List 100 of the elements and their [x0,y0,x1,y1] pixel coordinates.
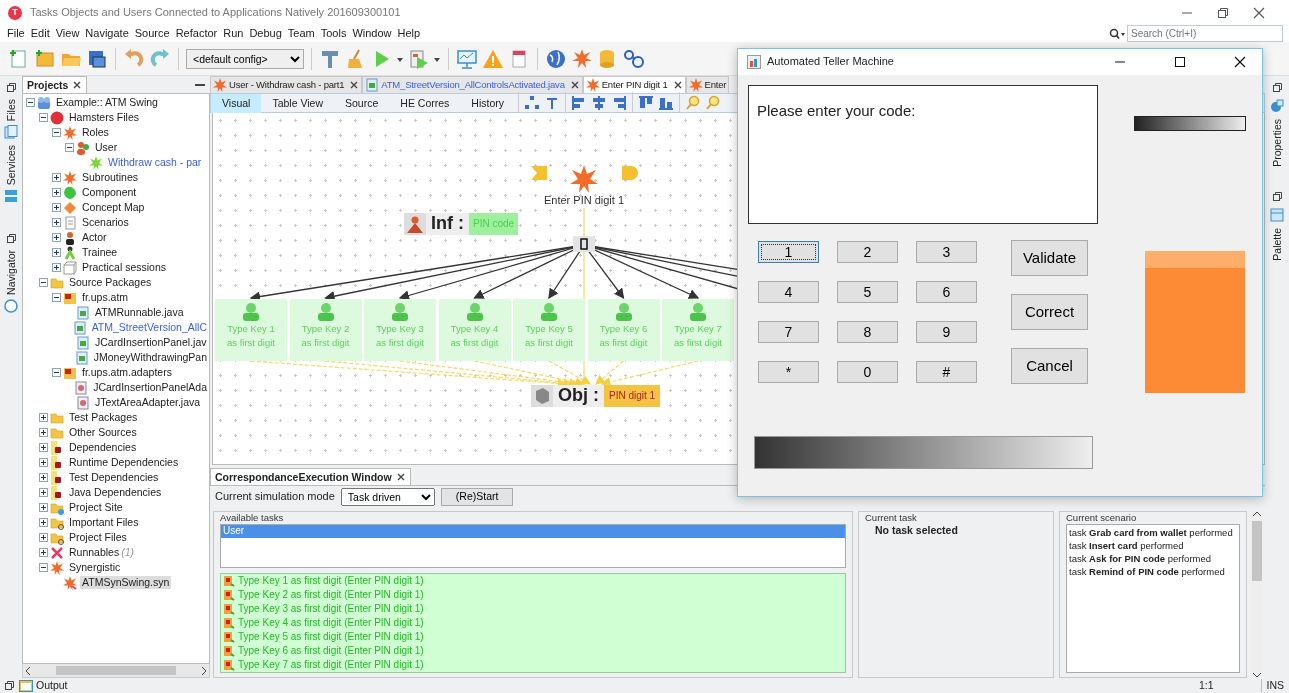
keypad-key[interactable]: 5 [837,281,898,303]
tree-item[interactable]: Java Dependencies [67,486,164,499]
tree-item[interactable]: Other Sources [67,426,139,439]
menu-item[interactable]: File [4,26,28,41]
group-title: Current scenario [1066,512,1138,524]
tree-item[interactable]: JCardInsertionPanel.jav [93,336,209,349]
tree-item[interactable]: User [93,141,120,154]
display-screen: Please enter your code: [748,85,1098,224]
mode-label: Current simulation mode [215,489,335,504]
tree-item[interactable]: Test Packages [67,411,140,424]
tree-item[interactable]: Roles [80,126,111,139]
menu-item[interactable]: Navigate [82,26,132,41]
side-tab[interactable]: Palette [1270,227,1284,261]
tree-item[interactable]: JTextAreaAdapter.java [93,396,203,409]
tree-item[interactable]: Concept Map [80,201,147,214]
tree-item[interactable]: Withdraw cash - par [106,156,204,169]
tree-item[interactable]: Synergistic [67,561,123,574]
caret-position: 1:1 [1198,679,1214,692]
view-tab[interactable]: History [460,93,515,113]
tree-item[interactable]: fr.ups.atm [80,291,131,304]
keypad-key[interactable]: 9 [916,321,977,343]
tree-item[interactable]: Source Packages [67,276,154,289]
menu-item[interactable]: Refactor [172,26,221,41]
tree-item[interactable]: ATM_StreetVersion_AllC [89,321,209,334]
tree-item[interactable]: Project Site [67,501,125,514]
object-label: Obj : [557,385,600,407]
output-tab[interactable]: Output [36,679,68,692]
menu-item[interactable]: Tools [317,26,350,41]
subtask-label: Type Key 5 as first digit [523,322,574,350]
tree-item[interactable]: Trainee [80,246,120,259]
tree-item[interactable]: JMoneyWithdrawingPan [91,351,209,364]
tree-item[interactable]: Component [80,186,139,199]
tree-item[interactable]: ATMSynSwing.syn [80,576,172,589]
side-tab[interactable]: Files [4,99,18,122]
scenario-line: task Insert card performed [1069,539,1185,552]
menu-item[interactable]: Window [349,26,395,41]
action-button[interactable]: Validate [1011,240,1088,276]
restart-button[interactable]: (Re)Start [440,487,514,506]
view-tab[interactable]: HE Corres [389,93,461,113]
editor-tab[interactable]: Enter PIN digit 1 [582,76,686,93]
keypad-key[interactable]: 7 [758,321,819,343]
subtask-label: Type Key 2 as first digit [300,322,351,350]
view-tab[interactable]: Table View [261,93,334,113]
tree-item[interactable]: Runtime Dependencies [67,456,181,469]
object-value: PIN digit 1 [604,385,661,407]
side-tab[interactable]: Properties [1270,119,1284,167]
tree-item[interactable]: Practical sessions [80,261,169,274]
information-label: Inf : [430,213,465,235]
editor-tab[interactable]: ATM_StreetVersion_AllControlsActivated.java [362,76,583,93]
group-title: Current task [865,512,918,524]
subtask-label: Type Key 6 as first digit [598,322,649,350]
tree-item[interactable]: Hamsters Files [67,111,141,124]
tree-item[interactable]: ATMRunnable.java [93,306,186,319]
menu-item[interactable]: Run [220,26,247,41]
keypad-key[interactable]: 0 [837,361,898,383]
search-field[interactable]: Search (Ctrl+I) [1127,25,1283,42]
tree-item[interactable]: Scenarios [80,216,131,229]
mode-dropdown[interactable]: Task driven [340,487,435,506]
tree-item[interactable]: Test Dependencies [67,471,161,484]
keypad-key[interactable]: 1 [758,241,819,263]
menu-item[interactable]: Team [284,26,318,41]
scenario-line: task Grab card from wallet performed [1069,526,1234,539]
tree-item[interactable]: Subroutines [80,171,141,184]
tree-item[interactable]: Runnables [67,546,122,559]
action-button[interactable]: Cancel [1011,348,1088,384]
tree-item[interactable]: Example:: ATM Swing [54,96,160,109]
current-task-text: No task selected [874,524,959,537]
menu-item[interactable]: View [52,26,83,41]
view-tab[interactable]: Source [334,93,390,113]
tree-item[interactable]: Project Files [67,531,129,544]
window-title: Automated Teller Machine [767,55,894,69]
keypad-key[interactable]: 6 [916,281,977,303]
side-tab[interactable]: Navigator [4,250,18,296]
tree-item[interactable]: Important Files [67,516,141,529]
editor-tab[interactable]: Enter [685,76,730,93]
side-tab[interactable]: Services [4,145,18,186]
keypad-key[interactable]: * [758,361,819,383]
window-title: Tasks Objects and Users Connected to Applications Natively 201609300101 [30,5,401,20]
action-button[interactable]: Correct [1011,294,1088,330]
subtask-label: Type Key 3 as first digit [374,322,425,350]
keypad-key[interactable]: 4 [758,281,819,303]
tree-item[interactable]: JCardInsertionPanelAda [91,381,209,394]
menu-item[interactable]: Source [131,26,173,41]
config-dropdown[interactable]: <default config> [186,48,304,69]
scenario-line: task Ask for PIN code performed [1069,552,1213,565]
app-logo: T [8,5,22,20]
subtask-label: Type Key 7 as first digit [672,322,723,350]
tree-item[interactable]: Dependencies [67,441,139,454]
menu-item[interactable]: Edit [27,26,53,41]
insert-mode: INS [1261,679,1284,692]
keypad-key[interactable]: 2 [837,241,898,263]
keypad-key[interactable]: 3 [916,241,977,263]
tree-item[interactable]: fr.ups.atm.adapters [80,366,174,379]
keypad-key[interactable]: 8 [837,321,898,343]
menu-item[interactable]: Help [394,26,424,41]
keypad-key[interactable]: # [916,361,977,383]
view-tab[interactable]: Visual [211,93,262,113]
menu-item[interactable]: Debug [246,26,285,41]
editor-tab[interactable]: User - Withdraw cash - part1 [210,76,363,93]
tree-item[interactable]: Actor [80,231,109,244]
